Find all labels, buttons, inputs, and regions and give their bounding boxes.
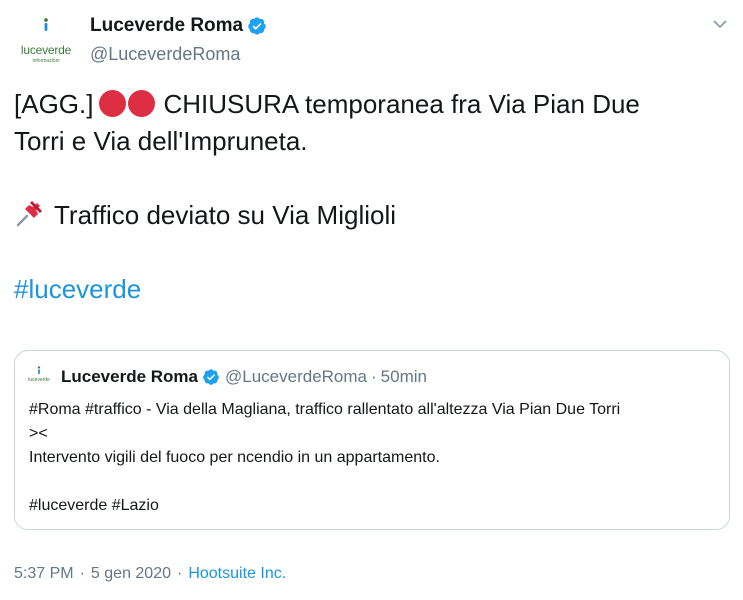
author-display-name[interactable]: Luceverde Roma — [90, 15, 243, 37]
hashtag-link[interactable]: #luceverde — [14, 274, 141, 304]
tweet-text-spacer — [14, 160, 730, 197]
avatar-brand-text: luceverde — [20, 43, 72, 57]
quoted-tweet-text: #Roma #traffico - Via della Magliana, tr… — [29, 398, 719, 518]
tweet-text-prefix: [AGG.] — [14, 89, 94, 119]
author-handle[interactable]: @LuceverdeRoma — [90, 44, 267, 65]
tweet-text: [AGG.] CHIUSURA temporanea fra Via Pian D… — [14, 86, 730, 308]
quoted-tweet[interactable]: luceverde Luceverde Roma @LuceverdeRoma … — [14, 350, 730, 530]
avatar-brand-subtext: informazioni — [32, 58, 60, 64]
red-circle-icon — [128, 90, 156, 117]
verified-badge-icon — [248, 17, 266, 35]
quoted-text-line-2: >< — [29, 425, 48, 442]
luceverde-logo-icon — [44, 18, 48, 31]
tweet-text-line-2: Torri e Via dell'Impruneta. — [14, 126, 308, 156]
tweet-text-line3-text: Traffico deviato su Via Miglioli — [54, 200, 397, 230]
tweet-footer: 5:37 PM · 5 gen 2020 · Hootsuite Inc. — [14, 565, 286, 583]
quoted-tweet-header: luceverde Luceverde Roma @LuceverdeRoma … — [27, 366, 427, 388]
tweet-text-spacer — [14, 234, 730, 271]
tweet-text-line1-suffix: CHIUSURA temporanea fra Via Pian Due — [163, 89, 640, 119]
verified-badge-icon — [203, 369, 219, 385]
quoted-avatar-brand: luceverde — [28, 377, 50, 383]
footer-separator: · — [177, 565, 183, 582]
tweet: luceverde informazioni Luceverde Roma @L… — [0, 0, 743, 600]
quoted-separator: · — [371, 367, 377, 386]
tweet-text-line-3: Traffico deviato su Via Miglioli — [14, 197, 730, 234]
quoted-text-spacer — [29, 470, 719, 494]
quoted-text-line-1: #Roma #traffico - Via della Magliana, tr… — [29, 401, 621, 418]
quoted-text-hashtags: #luceverde #Lazio — [29, 497, 159, 514]
quoted-handle: @LuceverdeRoma — [225, 367, 367, 386]
tweet-timestamp[interactable]: 5:37 PM — [14, 565, 74, 583]
tweet-header: luceverde informazioni Luceverde Roma @L… — [14, 10, 730, 74]
red-circles — [99, 86, 157, 123]
pushpin-icon — [16, 201, 42, 227]
tweet-source-link[interactable]: Hootsuite Inc. — [188, 565, 286, 583]
luceverde-logo-icon — [37, 366, 41, 375]
quoted-display-name: Luceverde Roma — [61, 367, 198, 386]
quoted-timestamp: 50min — [380, 367, 427, 386]
avatar[interactable]: luceverde informazioni — [14, 10, 78, 74]
quoted-avatar: luceverde — [27, 365, 51, 389]
author-names: Luceverde Roma @LuceverdeRoma — [90, 14, 267, 65]
red-circle-icon — [99, 90, 127, 117]
tweet-hashtag-line: #luceverde — [14, 271, 730, 308]
tweet-date[interactable]: 5 gen 2020 — [91, 565, 171, 583]
quoted-text-line-3: Intervento vigili del fuoco per ncendio … — [29, 449, 440, 466]
chevron-down-icon[interactable] — [712, 16, 728, 32]
tweet-text-line-1: [AGG.] CHIUSURA temporanea fra Via Pian D… — [14, 86, 730, 123]
footer-separator: · — [79, 565, 85, 582]
